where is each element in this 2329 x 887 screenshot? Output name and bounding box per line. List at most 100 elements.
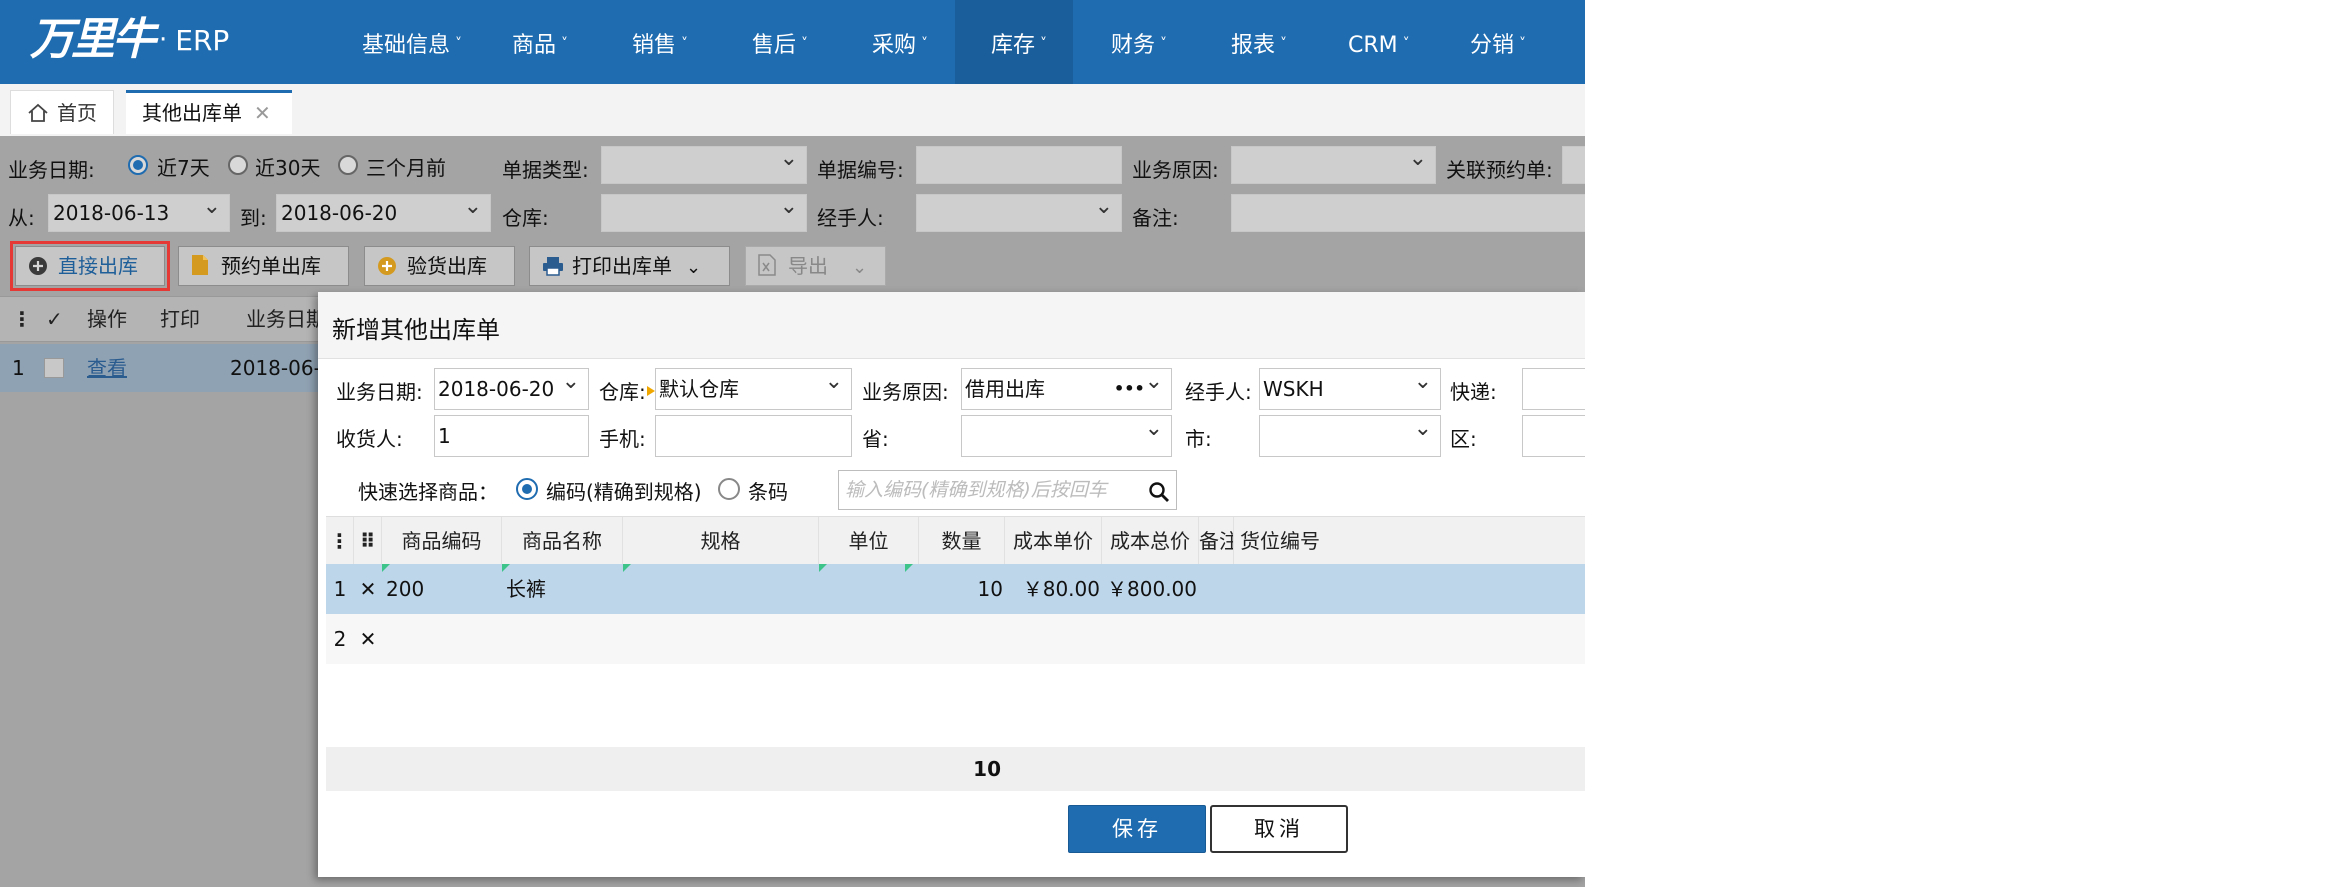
search-placeholder: 输入编码(精确到规格)后按回车 [845, 479, 1107, 501]
nav-item-distribution[interactable]: 分销 ˅ [1470, 0, 1526, 84]
cell-qty[interactable]: 10 [919, 564, 1003, 614]
province-select[interactable] [961, 415, 1172, 457]
warehouse-label: 仓库: [599, 380, 646, 404]
nav-item-inventory[interactable]: 库存 ˅ [955, 0, 1073, 84]
province-label: 省: [862, 427, 889, 451]
table-row[interactable]: 1 ✕ 200 长裤 10 ￥80.00 ￥800.00 [326, 564, 1585, 614]
chevron-down-icon: ˅ [1280, 36, 1288, 52]
more-icon[interactable]: ••• [1114, 369, 1145, 409]
search-icon[interactable] [1148, 478, 1170, 509]
chevron-down-icon: ⌄ [686, 257, 702, 278]
reason-select[interactable] [1231, 146, 1436, 184]
radio-last-7-days[interactable] [128, 155, 148, 175]
district-select[interactable] [1522, 415, 1585, 457]
filter-related-label: 关联预约单: [1446, 158, 1553, 182]
quick-select-label: 快速选择商品： [358, 480, 498, 504]
row-number: 2 [333, 627, 347, 651]
phone-input[interactable] [655, 415, 852, 457]
chevron-down-icon: ˅ [801, 36, 809, 52]
cell-qty[interactable] [919, 614, 1003, 664]
row-checkbox[interactable] [44, 358, 64, 378]
tab-other-outbound[interactable]: 其他出库单 ✕ [126, 90, 292, 134]
select-all-checkbox[interactable]: ✓ [46, 297, 63, 341]
nav-label: 基础信息 [362, 33, 451, 58]
cell-name[interactable]: 长裤 [506, 564, 546, 614]
reason-select[interactable]: 借用出库 ••• [961, 368, 1172, 410]
express-input[interactable] [1522, 368, 1585, 410]
delete-row-icon[interactable]: ✕ [354, 614, 382, 664]
filter-from-label: 从: [8, 206, 35, 230]
city-select[interactable] [1259, 415, 1441, 457]
warehouse-select[interactable] [601, 194, 807, 232]
date-to-select[interactable]: 2018-06-20 [276, 194, 491, 232]
column-header-total-cost: 成本总价 [1102, 517, 1199, 565]
top-navigation: 万里牛 · ERP 基础信息 ˅ 商品 ˅ 销售 ˅ 售后 ˅ 采购 ˅ 库存 ˅ 财务 ˅ … [0, 0, 1585, 84]
tab-home[interactable]: 首页 [10, 90, 114, 134]
view-link[interactable]: 查看 [87, 344, 127, 392]
chevron-down-icon: ˅ [1160, 36, 1168, 52]
chevron-down-icon: ˅ [561, 36, 569, 52]
radio-barcode[interactable] [718, 478, 740, 500]
table-row[interactable]: 2 ✕ [326, 614, 1585, 664]
cancel-button[interactable]: 取消 [1210, 805, 1348, 853]
radio-code[interactable] [516, 478, 538, 500]
handler-select[interactable] [916, 194, 1122, 232]
chevron-down-icon: ˅ [1040, 36, 1048, 52]
note-input[interactable] [1231, 194, 1585, 232]
radio-last-30-days[interactable] [228, 155, 248, 175]
filter-doc-no-label: 单据编号: [817, 158, 904, 182]
logo-dot: · [159, 25, 168, 55]
warehouse-select[interactable]: 默认仓库 [655, 368, 852, 410]
nav-item-crm[interactable]: CRM ˅ [1348, 0, 1410, 84]
related-reservation-input[interactable] [1562, 146, 1585, 184]
biz-date-select[interactable]: 2018-06-20 [434, 368, 589, 410]
save-button[interactable]: 保存 [1068, 805, 1206, 853]
reservation-outbound-button[interactable]: 预约单出库 [178, 246, 349, 286]
receiver-label: 收货人: [336, 427, 403, 451]
nav-label: 财务 [1111, 33, 1156, 58]
column-menu-icon[interactable]: ⋮ [12, 297, 32, 341]
doc-no-input[interactable] [916, 146, 1122, 184]
tab-label: 首页 [57, 101, 97, 125]
goods-grid-footer: 10 [326, 747, 1585, 791]
cell-spec[interactable] [623, 564, 819, 614]
plus-circle-icon [28, 250, 48, 275]
goods-grid-header: ⋮ ⠿ 商品编码 商品名称 规格 单位 数量 成本单价 成本总价 备注 货位编号 [326, 516, 1585, 566]
app-logo[interactable]: 万里牛 · ERP [30, 10, 229, 70]
print-outbound-button[interactable]: 打印出库单 ⌄ [529, 246, 730, 286]
handler-select[interactable]: WSKH [1259, 368, 1441, 410]
nav-item-purchase[interactable]: 采购 ˅ [872, 0, 928, 84]
column-header-unit: 单位 [819, 517, 919, 565]
cell-unit-cost[interactable] [1005, 614, 1100, 664]
nav-item-sales[interactable]: 销售 ˅ [632, 0, 688, 84]
nav-item-goods[interactable]: 商品 ˅ [512, 0, 568, 84]
cell-code[interactable]: 200 [386, 564, 424, 614]
tab-strip: 首页 其他出库单 ✕ [0, 84, 1585, 136]
date-from-select[interactable]: 2018-06-13 [48, 194, 230, 232]
nav-item-finance[interactable]: 财务 ˅ [1111, 0, 1167, 84]
delete-row-icon[interactable]: ✕ [354, 564, 382, 614]
nav-item-basic-info[interactable]: 基础信息 ˅ [362, 0, 462, 84]
export-button[interactable]: 导出 ⌄ [745, 246, 886, 286]
close-icon[interactable]: ✕ [254, 101, 271, 125]
nav-item-reports[interactable]: 报表 ˅ [1231, 0, 1287, 84]
drag-handle-icon[interactable]: ⠿ [354, 517, 382, 565]
direct-outbound-button[interactable]: 直接出库 [10, 241, 170, 291]
reason-value: 借用出库 [965, 377, 1045, 401]
column-header-spec: 规格 [623, 517, 819, 565]
column-header-unit-cost: 成本单价 [1005, 517, 1102, 565]
cell-unit-cost[interactable]: ￥80.00 [1005, 564, 1100, 614]
quick-search-input[interactable]: 输入编码(精确到规格)后按回车 [838, 470, 1177, 510]
cell-unit [819, 564, 919, 614]
nav-item-after-sales[interactable]: 售后 ˅ [752, 0, 808, 84]
radio-three-months-ago[interactable] [338, 155, 358, 175]
nav-label: 商品 [512, 33, 557, 58]
column-menu-icon[interactable]: ⋮ [326, 517, 354, 565]
column-header-qty: 数量 [919, 517, 1005, 565]
column-header-remark: 备注 [1199, 517, 1234, 565]
inspection-outbound-button[interactable]: 验货出库 [364, 246, 515, 286]
receiver-input[interactable]: 1 [434, 415, 589, 457]
handler-label: 经手人: [1185, 380, 1252, 404]
doc-type-select[interactable] [601, 146, 807, 184]
home-icon [27, 94, 49, 138]
